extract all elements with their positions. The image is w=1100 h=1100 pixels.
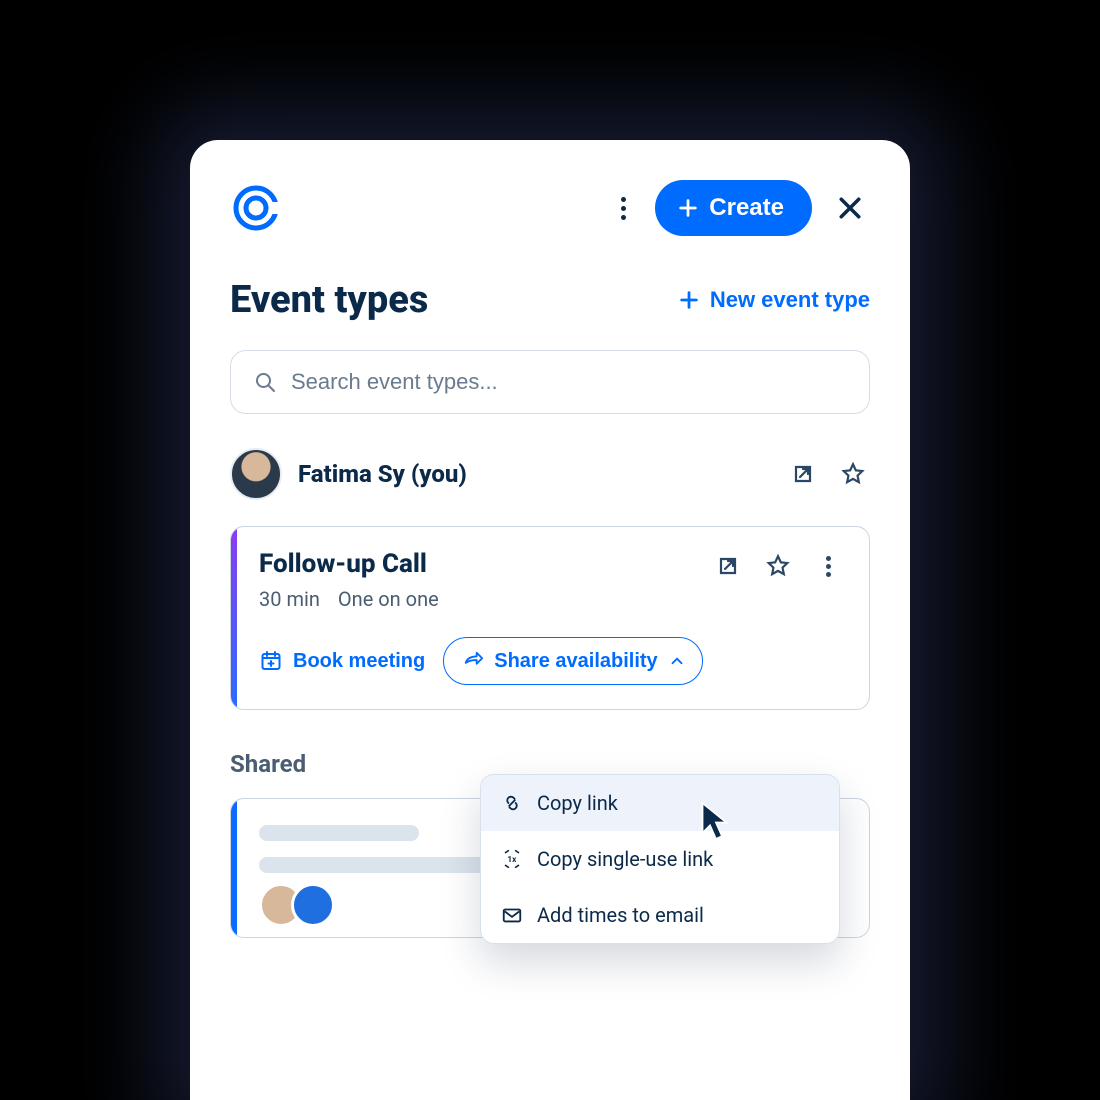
open-external-button[interactable] bbox=[786, 457, 820, 491]
user-avatar bbox=[230, 448, 282, 500]
kebab-icon bbox=[826, 556, 831, 577]
event-favorite-button[interactable] bbox=[761, 549, 795, 583]
page-title: Event types bbox=[230, 278, 428, 322]
link-icon bbox=[501, 792, 523, 814]
event-more-button[interactable] bbox=[811, 549, 845, 583]
user-name: Fatima Sy (you) bbox=[298, 460, 467, 488]
event-open-external-button[interactable] bbox=[711, 549, 745, 583]
close-button[interactable] bbox=[830, 188, 870, 228]
plus-icon bbox=[677, 197, 699, 219]
more-menu-button[interactable] bbox=[609, 194, 637, 222]
share-dropdown: Copy link 1x Copy single-use link Add ti… bbox=[480, 774, 840, 944]
favorite-button[interactable] bbox=[836, 457, 870, 491]
close-icon bbox=[835, 193, 865, 223]
mouse-cursor-icon bbox=[698, 800, 734, 846]
new-event-type-label: New event type bbox=[710, 287, 870, 313]
share-availability-button[interactable]: Share availability bbox=[443, 637, 702, 685]
event-card-accent bbox=[231, 527, 237, 709]
dropdown-item-label: Copy single-use link bbox=[537, 847, 713, 871]
svg-text:1x: 1x bbox=[507, 855, 517, 865]
star-icon bbox=[765, 553, 791, 579]
book-meeting-label: Book meeting bbox=[293, 650, 425, 673]
star-icon bbox=[840, 461, 866, 487]
single-use-link-icon: 1x bbox=[501, 848, 523, 870]
calendar-add-icon bbox=[259, 649, 283, 673]
event-types-panel: Create Event types New event type Fatima… bbox=[190, 140, 910, 1100]
calendly-logo-icon bbox=[230, 182, 282, 234]
kebab-icon bbox=[621, 197, 626, 220]
search-field[interactable] bbox=[230, 350, 870, 414]
mail-icon bbox=[501, 904, 523, 926]
share-arrow-icon bbox=[462, 650, 484, 672]
search-icon bbox=[253, 370, 277, 394]
top-bar: Create bbox=[230, 180, 870, 236]
title-row: Event types New event type bbox=[230, 278, 870, 322]
external-link-icon bbox=[791, 462, 815, 486]
shared-card-accent bbox=[231, 799, 237, 937]
event-kind: One on one bbox=[338, 587, 439, 611]
book-meeting-button[interactable]: Book meeting bbox=[259, 649, 425, 673]
skeleton-line bbox=[259, 857, 489, 873]
create-button[interactable]: Create bbox=[655, 180, 812, 236]
avatar bbox=[291, 883, 335, 927]
plus-icon bbox=[678, 289, 700, 311]
create-button-label: Create bbox=[709, 194, 784, 222]
dropdown-item-label: Copy link bbox=[537, 791, 618, 815]
event-card: Follow-up Call 30 min One on one bbox=[230, 526, 870, 710]
dropdown-item-copy-link[interactable]: Copy link bbox=[481, 775, 839, 831]
new-event-type-button[interactable]: New event type bbox=[678, 287, 870, 313]
dropdown-item-label: Add times to email bbox=[537, 903, 704, 927]
dropdown-item-copy-single-use[interactable]: 1x Copy single-use link bbox=[481, 831, 839, 887]
event-duration: 30 min bbox=[259, 587, 320, 611]
chevron-up-icon bbox=[668, 652, 686, 670]
external-link-icon bbox=[716, 554, 740, 578]
event-title: Follow-up Call bbox=[259, 549, 439, 579]
shared-avatars bbox=[259, 883, 335, 927]
search-input[interactable] bbox=[291, 369, 847, 395]
share-availability-label: Share availability bbox=[494, 650, 657, 673]
skeleton-line bbox=[259, 825, 419, 841]
user-row: Fatima Sy (you) bbox=[230, 448, 870, 500]
dropdown-item-add-times[interactable]: Add times to email bbox=[481, 887, 839, 943]
